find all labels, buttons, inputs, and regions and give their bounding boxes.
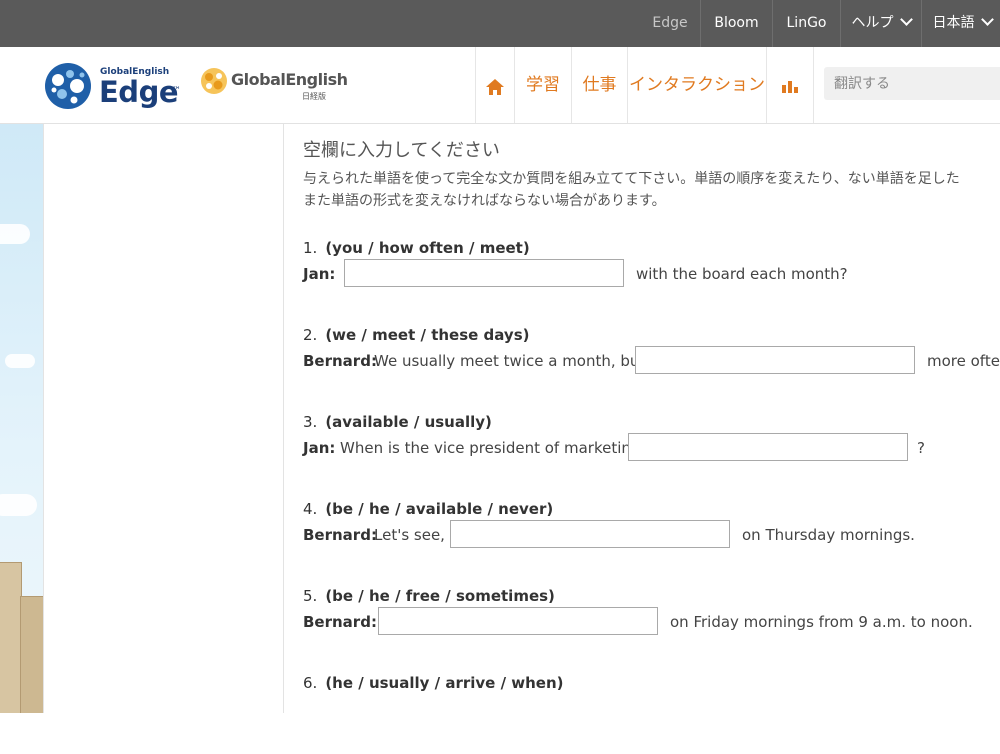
language-menu[interactable]: 日本語	[922, 0, 1000, 47]
question-number: 3.	[303, 413, 318, 431]
instruction-line: 与えられた単語を使って完全な文か質問を組み立てて下さい。単語の順序を変えたり、な…	[303, 171, 960, 187]
nav-learning[interactable]: 学習	[515, 47, 571, 123]
help-menu-label: ヘルプ	[851, 15, 894, 31]
language-menu-label: 日本語	[932, 15, 975, 31]
globalenglish-edge-logo[interactable]: GlobalEnglish Edge ™	[44, 62, 184, 110]
sentence-text-before: We usually meet twice a month, but	[374, 352, 646, 370]
top-bar: Edge Bloom LinGo ヘルプ 日本語	[0, 0, 1000, 47]
question-2: 2. (we / meet / these days) Bernard: We u…	[303, 326, 1000, 406]
question-1: 1. (you / how often / meet) Jan: with the…	[303, 239, 1000, 319]
nav-work[interactable]: 仕事	[572, 47, 627, 123]
nav-progress[interactable]	[767, 47, 813, 123]
help-menu[interactable]: ヘルプ	[841, 0, 921, 47]
question-prompt: 3. (available / usually)	[303, 413, 492, 431]
sentence-text-after: ?	[917, 439, 925, 457]
question-words: (he / usually / arrive / when)	[325, 674, 564, 692]
topbar-link-lingo[interactable]: LinGo	[773, 0, 840, 47]
divider	[283, 124, 284, 713]
building-shape	[20, 596, 43, 713]
answer-input-1[interactable]	[344, 259, 624, 287]
question-words: (be / he / free / sometimes)	[325, 587, 555, 605]
question-prompt: 5. (be / he / free / sometimes)	[303, 587, 555, 605]
building-shape	[0, 562, 22, 713]
topbar-link-edge[interactable]: Edge	[640, 0, 700, 47]
question-number: 6.	[303, 674, 318, 692]
question-words: (available / usually)	[325, 413, 492, 431]
question-5: 5. (be / he / free / sometimes) Bernard: …	[303, 587, 1000, 667]
answer-input-2[interactable]	[635, 346, 915, 374]
question-words: (we / meet / these days)	[325, 326, 530, 344]
question-6: 6. (he / usually / arrive / when)	[303, 674, 1000, 754]
bar-chart-icon	[782, 81, 798, 93]
question-3: 3. (available / usually) Jan: When is the…	[303, 413, 1000, 493]
chevron-down-icon	[980, 13, 994, 26]
speaker-label: Bernard:	[303, 526, 377, 544]
nav-interaction[interactable]: インタラクション	[628, 47, 766, 123]
instruction-line: また単語の形式を変えなければならない場合があります。	[303, 193, 666, 209]
question-words: (you / how often / meet)	[325, 239, 530, 257]
site-header: GlobalEnglish Edge ™ GlobalEnglish 日経版 学…	[0, 47, 1000, 124]
cloud-shape	[0, 224, 30, 244]
logo2-sub: 日経版	[302, 92, 326, 101]
sentence-text-after: more often	[927, 352, 1000, 370]
answer-input-4[interactable]	[450, 520, 730, 548]
side-illustration	[0, 124, 44, 713]
answer-input-3[interactable]	[628, 433, 908, 461]
question-words: (be / he / available / never)	[325, 500, 554, 518]
topbar-link-bloom[interactable]: Bloom	[701, 0, 772, 47]
cloud-shape	[0, 494, 37, 516]
logo-big-text: Edge	[99, 75, 179, 109]
question-number: 5.	[303, 587, 318, 605]
question-4: 4. (be / he / available / never) Bernard:…	[303, 500, 1000, 580]
question-prompt: 4. (be / he / available / never)	[303, 500, 553, 518]
exercise-title: 空欄に入力してください	[303, 140, 500, 161]
question-prompt: 2. (we / meet / these days)	[303, 326, 530, 344]
translate-input[interactable]	[824, 67, 1000, 100]
home-icon	[486, 79, 504, 95]
divider	[813, 47, 814, 123]
edge-logo-icon	[45, 63, 91, 109]
translate-search-box	[824, 67, 1000, 100]
sentence-text-before: Let's see,	[374, 526, 445, 544]
sentence-text-after: with the board each month?	[636, 265, 848, 283]
speaker-label: Jan:	[303, 439, 336, 457]
question-number: 4.	[303, 500, 318, 518]
speaker-label: Bernard:	[303, 613, 377, 631]
speaker-label: Bernard:	[303, 352, 377, 370]
sentence-text-after: on Thursday mornings.	[742, 526, 915, 544]
sentence-text-after: on Friday mornings from 9 a.m. to noon.	[670, 613, 973, 631]
globalenglish-logo-icon	[201, 68, 227, 94]
answer-input-5[interactable]	[378, 607, 658, 635]
exercise-instructions: 与えられた単語を使って完全な文か質問を組み立てて下さい。単語の順序を変えたり、な…	[303, 168, 1000, 212]
chevron-down-icon	[899, 13, 913, 26]
logo-tm: ™	[172, 86, 181, 96]
globalenglish-nikkei-logo[interactable]: GlobalEnglish 日経版	[200, 67, 348, 107]
question-number: 2.	[303, 326, 318, 344]
cloud-shape	[5, 354, 35, 368]
nav-home[interactable]	[476, 47, 514, 123]
question-prompt: 1. (you / how often / meet)	[303, 239, 530, 257]
speaker-label: Jan:	[303, 265, 336, 283]
question-prompt: 6. (he / usually / arrive / when)	[303, 674, 564, 692]
sentence-text-before: When is the vice president of marketing	[340, 439, 641, 457]
question-number: 1.	[303, 239, 318, 257]
logo2-name: GlobalEnglish	[231, 70, 348, 89]
